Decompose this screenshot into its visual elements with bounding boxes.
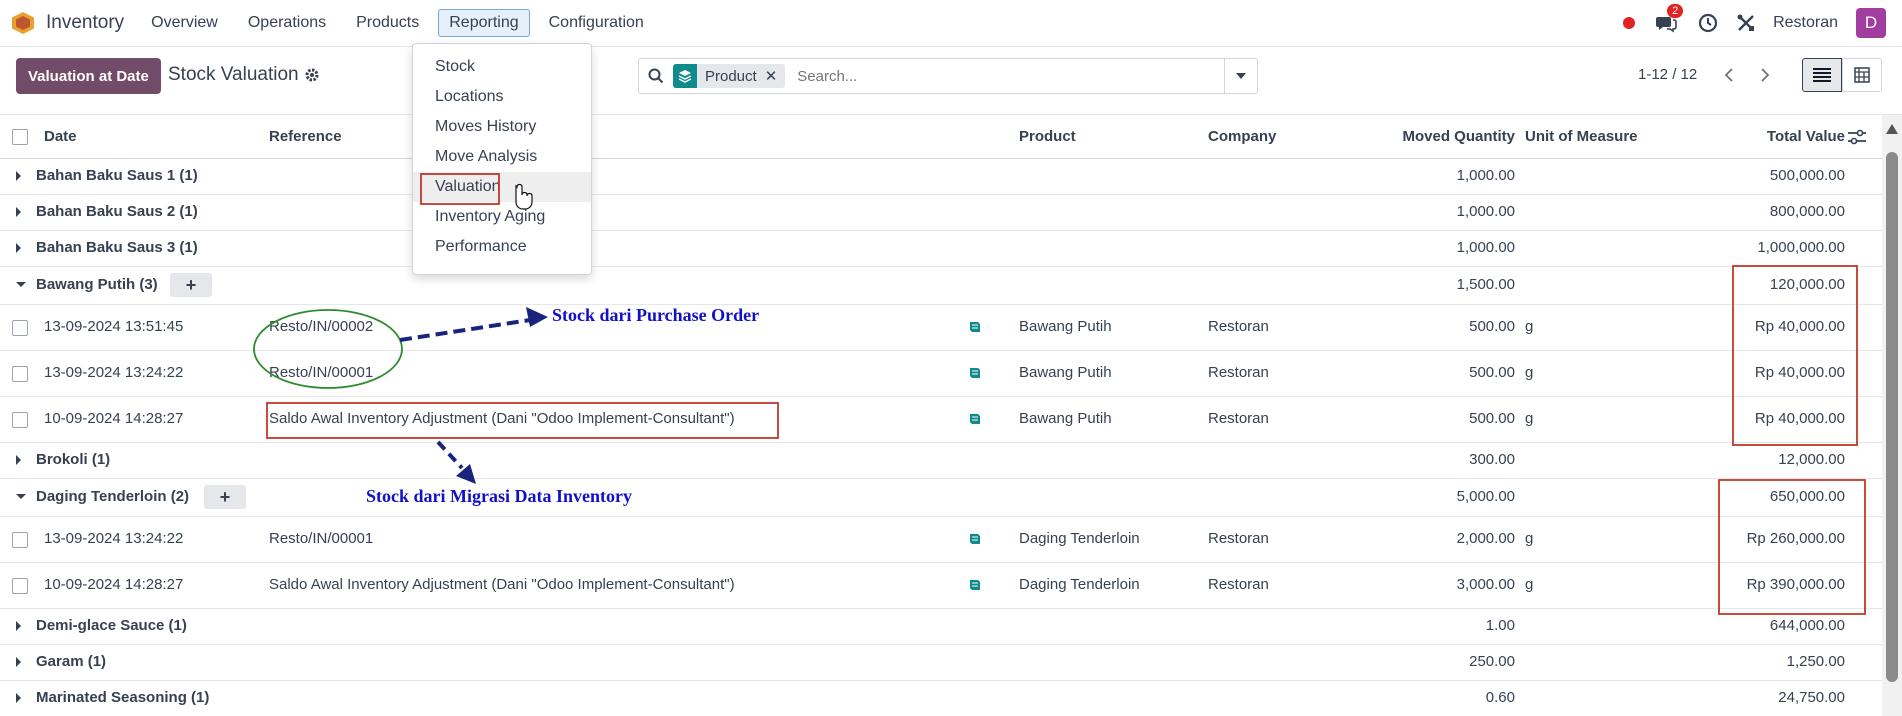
arrow-to-migration-note: [436, 440, 464, 470]
annotation-overlay: [253, 173, 1866, 615]
valuation-highlight-box: [420, 173, 500, 205]
arrow-to-purchase-note: [399, 318, 531, 342]
daging-tenderloin-value-box: [1718, 479, 1866, 615]
bawang-putih-value-box: [1732, 265, 1858, 446]
arrow-head-icon: [526, 307, 548, 327]
reference-highlight-ellipse: [253, 309, 403, 389]
annotation-purchase-order: Stock dari Purchase Order: [552, 305, 760, 325]
annotation-migration: Stock dari Migrasi Data Inventory: [366, 486, 632, 506]
mouse-cursor-icon: [515, 183, 533, 210]
saldo-awal-highlight-box: [266, 402, 779, 439]
